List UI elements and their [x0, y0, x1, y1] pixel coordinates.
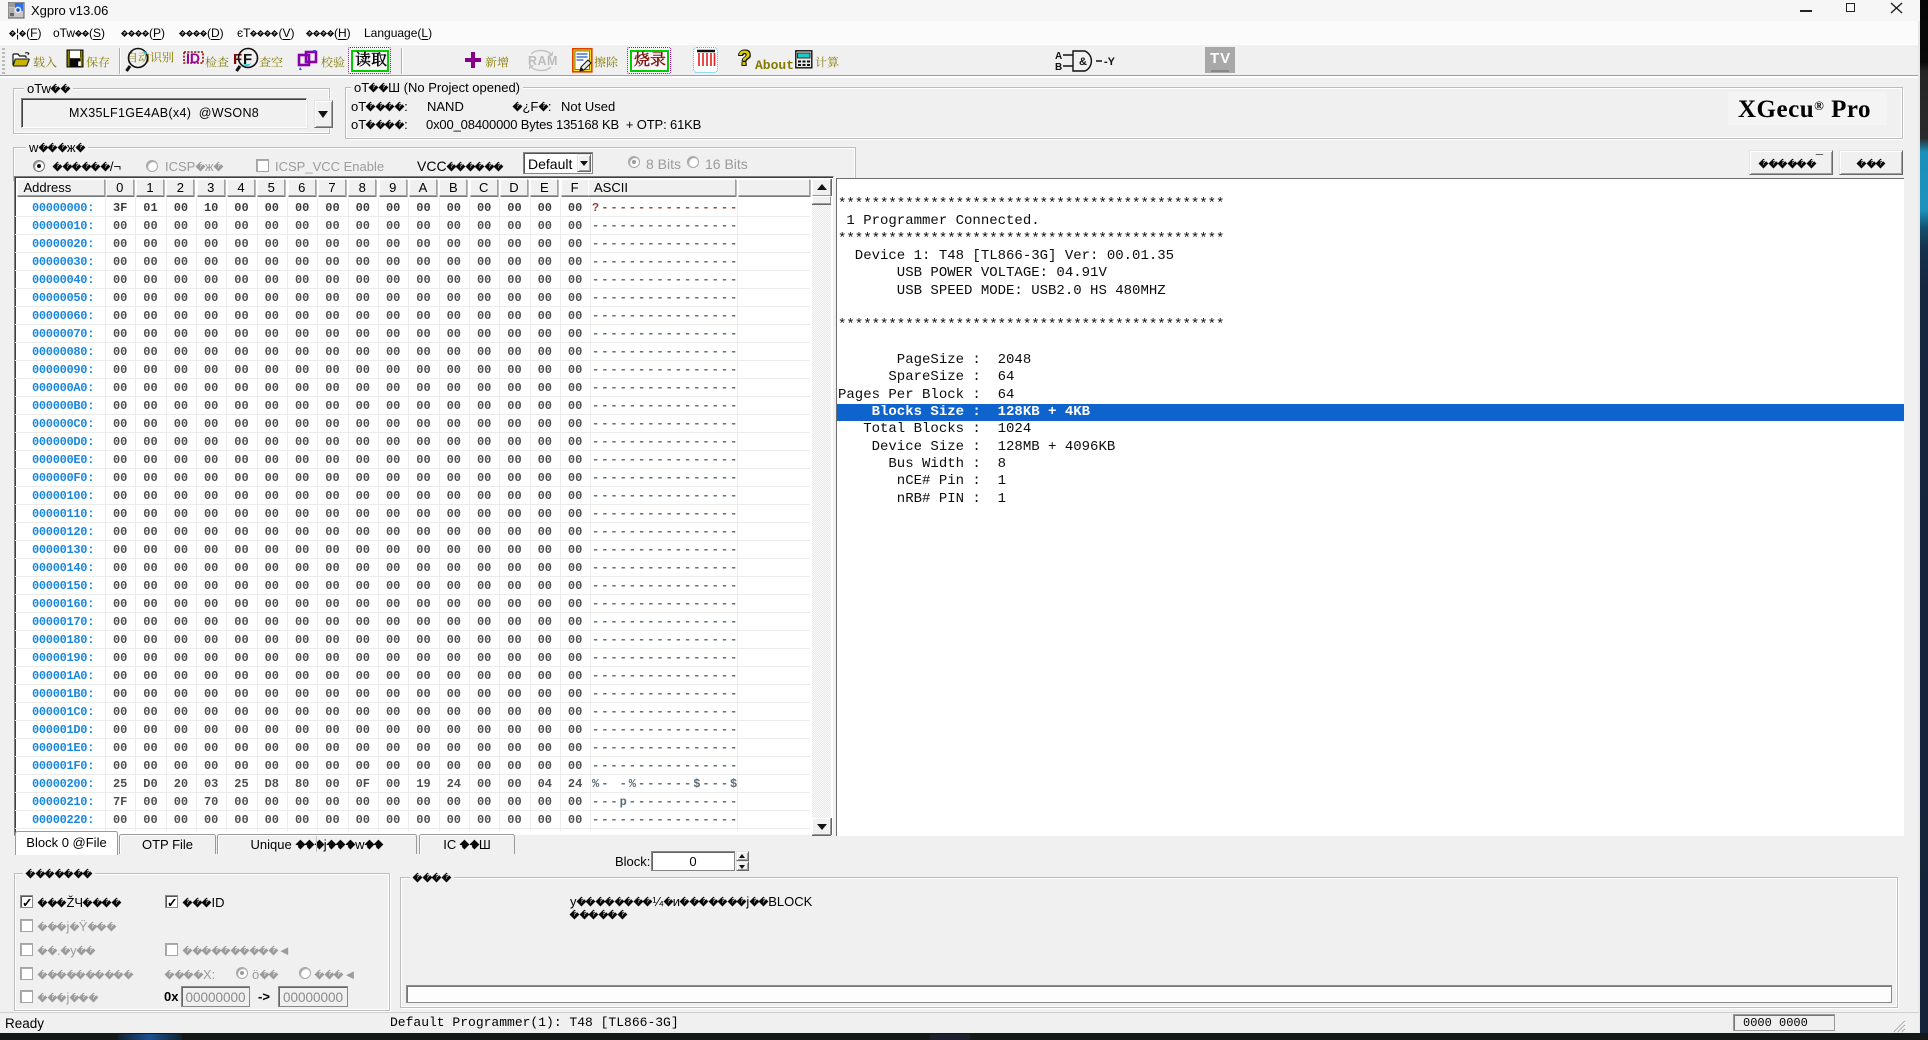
svg-text:A: A — [1055, 51, 1062, 62]
svg-text:F: F — [243, 51, 252, 68]
svg-text:&: & — [1079, 56, 1087, 68]
svg-text:ID: ID — [186, 50, 200, 66]
svg-text:F: F — [233, 51, 242, 68]
svg-text:B: B — [1055, 62, 1062, 73]
svg-text:-Y: -Y — [1104, 56, 1116, 68]
